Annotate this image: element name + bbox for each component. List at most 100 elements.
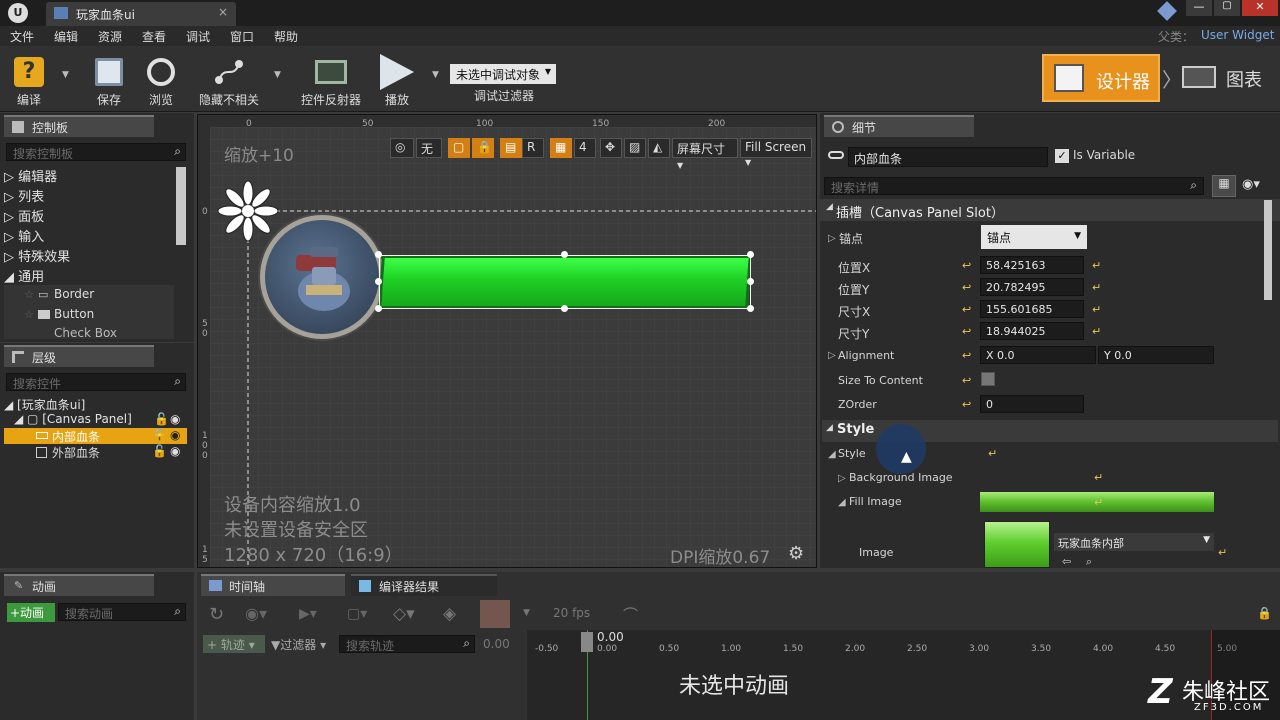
document-tab[interactable]: 玩家血条ui × [46, 2, 236, 26]
resize-handle[interactable] [747, 305, 754, 312]
reset-to-default-icon[interactable]: ↵ [1092, 325, 1101, 338]
tab-hierarchy[interactable]: 层级 [4, 345, 154, 367]
palette-item-border[interactable]: ☆ ▭ Border [4, 285, 174, 305]
hierarchy-item-outer-bar[interactable]: 外部血条 🔓 ◉ [4, 444, 187, 460]
expand-arrow-icon[interactable]: ▷ [828, 350, 836, 361]
palette-category-editor[interactable]: ▷ 编辑器 [4, 166, 57, 186]
grid-size-value[interactable]: 4 [574, 138, 596, 158]
use-selected-asset-icon[interactable]: ⇦ [1062, 555, 1071, 568]
reset-arrow-icon[interactable]: ↩ [962, 349, 971, 362]
browse-button[interactable]: 浏览 [138, 50, 184, 108]
details-search-input[interactable]: 搜索详情 ⌕ [824, 177, 1204, 195]
menu-help[interactable]: 帮助 [274, 28, 298, 45]
layout-toggle-icon[interactable]: ▤ [500, 138, 522, 158]
eye-icon[interactable]: ◉ [170, 444, 180, 458]
expand-arrow-icon[interactable]: ▷ [838, 473, 846, 484]
anchor-dropdown[interactable]: 锚点 ▼ [981, 225, 1087, 249]
hide-unrelated-chevron-icon[interactable]: ▼ [274, 70, 281, 80]
palette-category-list[interactable]: ▷ 列表 [4, 186, 44, 206]
reset-arrow-icon[interactable]: ↩ [962, 398, 971, 411]
current-time-field[interactable]: 0.00 [483, 637, 510, 651]
compile-button[interactable]: ? 编译 [4, 50, 54, 108]
maximize-button[interactable]: ▢ [1214, 0, 1240, 16]
screen-size-dropdown[interactable]: 屏幕尺寸 ▼ [672, 138, 738, 170]
collapse-arrow-icon[interactable]: ◢ [828, 449, 836, 460]
slot-section-header[interactable]: ◢ 插槽（Canvas Panel Slot） [820, 199, 1280, 221]
details-scrollbar[interactable] [1264, 200, 1272, 300]
palette-category-effects[interactable]: ▷ 特殊效果 [4, 246, 70, 266]
menu-window[interactable]: 窗口 [230, 28, 254, 45]
reset-to-default-icon[interactable]: ↵ [1092, 303, 1101, 316]
size-to-content-checkbox[interactable] [981, 372, 995, 386]
mirror-icon[interactable]: ◭ [648, 138, 670, 158]
widget-name-input[interactable]: 内部血条 [848, 147, 1048, 167]
palette-scrollbar[interactable] [176, 167, 186, 245]
reset-to-default-icon[interactable]: ↵ [1094, 471, 1103, 484]
zorder-input[interactable]: 0 [980, 395, 1084, 413]
curve-editor-icon[interactable]: ⌒ [623, 604, 638, 625]
lock-icon[interactable]: 🔒 [1257, 606, 1272, 620]
property-matrix-icon[interactable]: ▦ [1212, 175, 1236, 197]
close-tab-icon[interactable]: × [218, 5, 228, 19]
play-icon[interactable]: ▶▾ [299, 606, 317, 622]
palette-category-input[interactable]: ▷ 输入 [4, 226, 44, 246]
add-track-button[interactable]: + 轨迹 ▾ [203, 635, 265, 653]
resize-handle[interactable] [561, 251, 568, 258]
window-pin-icon[interactable] [1157, 1, 1177, 21]
anchor-flower-icon[interactable] [216, 179, 280, 243]
palette-search-input[interactable]: 搜索控制板 ⌕ [6, 143, 186, 161]
filter-dropdown[interactable]: ▼过滤器 ▾ [269, 635, 335, 653]
track-search-input[interactable]: 搜索轨迹 ⌕ [339, 635, 475, 653]
respect-locks-button[interactable]: R [522, 138, 544, 158]
resize-handle[interactable] [561, 305, 568, 312]
reset-to-default-icon[interactable]: ↵ [1092, 281, 1101, 294]
fps-dropdown[interactable]: 20 fps [553, 606, 590, 620]
tab-compiler-results[interactable]: 编译器结果 [351, 574, 497, 596]
fill-screen-dropdown[interactable]: Fill Screen ▼ [740, 138, 812, 167]
menu-view[interactable]: 查看 [142, 28, 166, 45]
reset-to-default-icon[interactable]: ↵ [1092, 259, 1101, 272]
key-icon[interactable]: ◇▾ [393, 604, 415, 624]
hide-unrelated-button[interactable]: 隐藏不相关 [194, 50, 264, 108]
designer-mode-button[interactable]: 设计器 [1042, 54, 1160, 102]
image-asset-dropdown[interactable]: 玩家血条内部 ▼ [1054, 533, 1214, 551]
resize-handle[interactable] [375, 251, 382, 258]
dpi-settings-gear-icon[interactable]: ⚙ [788, 543, 804, 564]
outline-toggle-icon[interactable]: ▢ [448, 138, 470, 158]
visibility-filter-eye-icon[interactable]: ◉▾ [1242, 177, 1260, 192]
play-button[interactable]: 播放 [372, 50, 422, 108]
loop-icon[interactable]: ↻ [209, 604, 224, 625]
play-options-chevron-icon[interactable]: ▼ [432, 70, 439, 80]
resize-handle[interactable] [747, 251, 754, 258]
designer-viewport[interactable]: 0 50 100 150 200 0 5 0 1 0 0 1 5 缩放+10 设… [197, 114, 817, 568]
tab-palette[interactable]: 控制板 [4, 115, 154, 137]
resize-handle[interactable] [375, 305, 382, 312]
playhead-handle[interactable] [581, 632, 593, 652]
reset-to-default-icon[interactable]: ↵ [1218, 546, 1227, 559]
globe-icon[interactable]: ◎ [390, 138, 414, 158]
reset-to-default-icon[interactable]: ↵ [988, 447, 997, 460]
collapse-arrow-icon[interactable]: ◢ [838, 497, 846, 508]
hierarchy-search-input[interactable]: 搜索控件 ⌕ [6, 373, 186, 391]
tab-timeline[interactable]: 时间轴 [201, 574, 345, 596]
browse-asset-icon[interactable]: ⌕ [1086, 555, 1092, 569]
tab-animation[interactable]: ✎ 动画 [4, 574, 154, 596]
resize-handle[interactable] [375, 278, 382, 285]
parent-class-link[interactable]: User Widget [1201, 28, 1274, 42]
palette-category-panel[interactable]: ▷ 面板 [4, 206, 44, 226]
lock-toggle-icon[interactable]: 🔒 [472, 138, 494, 158]
image-preview-icon[interactable]: ▨ [624, 138, 646, 158]
debug-object-dropdown[interactable]: 未选中调试对象 ▼ [450, 64, 556, 84]
alignment-x-input[interactable]: X 0.0 [980, 346, 1096, 364]
position-x-input[interactable]: 58.425163 [980, 256, 1084, 274]
minimize-button[interactable]: — [1186, 0, 1212, 16]
size-x-input[interactable]: 155.601685 [980, 300, 1084, 318]
expand-arrow-icon[interactable]: ▷ [828, 233, 836, 244]
hierarchy-item-inner-bar[interactable]: 内部血条 🔓 ◉ [4, 428, 187, 444]
camera-eye-icon[interactable]: ◉▾ [245, 604, 267, 623]
reset-to-default-icon[interactable]: ↵ [1094, 496, 1103, 509]
grid-snap-icon[interactable]: ▦ [550, 138, 572, 158]
reset-arrow-icon[interactable]: ↩ [962, 259, 971, 272]
widget-reflector-button[interactable]: 控件反射器 [298, 50, 364, 108]
position-y-input[interactable]: 20.782495 [980, 278, 1084, 296]
